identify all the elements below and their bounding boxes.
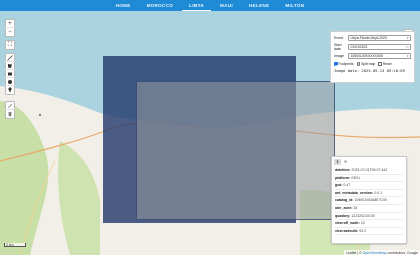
image-label: Image [334,53,344,58]
chevron-down-icon: ▾ [406,53,409,58]
nav-morocco[interactable]: MOROCCO [140,0,181,11]
image-row: Image 10500100XXXXXX00 ▾ [334,52,411,59]
metadata-key: quadkey: [335,213,351,218]
delete-layers-icon[interactable] [5,110,15,118]
metadata-key: datetime: [335,168,351,172]
metadata-row: quadkey: 122320210100 [335,213,403,221]
metadata-key: catalog_id: [335,198,354,203]
footprints-toggle[interactable]: Footprints [334,62,354,66]
footprints-checkbox[interactable] [334,62,338,66]
event-label: Event [334,35,344,40]
metadata-row: gsd: 0.47 [335,182,403,190]
metadata-tabs: ℹ ✕ [332,157,406,166]
metadata-value: 0.0.1 [374,190,383,195]
nav-helene[interactable]: HELENE [242,0,276,11]
start-date-input[interactable]: 01/01/2021 ▭ [348,43,411,50]
draw-rectangle-icon[interactable] [5,70,15,78]
metadata-key: view:off_nadir: [335,221,360,226]
metadata-row: catalog_id: 105001003A8E7C00 [335,197,403,205]
metadata-value: GE01 [351,175,361,180]
nav-milton[interactable]: MILTON [278,0,311,11]
event-value: Libya-Floods-Sept-2023 [350,35,387,40]
edit-toolbar [5,101,15,119]
draw-polyline-icon[interactable] [5,54,15,62]
metadata-row: datetime: 2023-07-01T09:07:44Z [335,167,403,175]
zoom-out-button[interactable]: − [5,28,15,36]
reset-checkbox[interactable] [378,62,382,66]
event-row: Event Libya-Floods-Sept-2023 ▾ [334,34,411,41]
zoom-controls: + − [5,19,15,37]
calendar-icon[interactable]: ▭ [406,45,409,49]
footprint-inner [136,81,335,220]
nav-maui[interactable]: MAUI [213,0,240,11]
nav-home[interactable]: HOME [109,0,138,11]
options-row: Footprints Split map Reset [334,62,411,67]
edit-layers-icon[interactable] [5,102,15,110]
start-date-value: 01/01/2021 [350,44,368,49]
metadata-row: view:azimuth: 93.2 [335,228,403,236]
reset-label: Reset [382,62,392,67]
reset-toggle[interactable]: Reset [378,62,392,67]
metadata-key: utm_zone: [335,205,353,210]
image-date: Image date: 2023-09-13 09:18:09 [334,68,405,74]
metadata-value: 122320210100 [351,213,375,218]
scale-label: 2 km [4,243,26,247]
metadata-value: 2023-07-01T09:07:44Z [351,168,388,172]
zoom-in-button[interactable]: + [5,20,15,28]
attribution-prefix: Leaflet | © [346,250,363,255]
controls-panel: Event Libya-Floods-Sept-2023 ▾ Start dat… [330,31,415,83]
event-select[interactable]: Libya-Floods-Sept-2023 ▾ [348,34,411,41]
image-select[interactable]: 10500100XXXXXX00 ▾ [348,52,411,59]
metadata-key: gsd: [335,183,343,188]
metadata-value: 0.47 [343,183,351,188]
metadata-row: utm_zone: 34 [335,205,403,213]
metadata-value: 22 [360,221,365,226]
start-date-row: Start date 01/01/2021 ▭ [334,42,411,51]
metadata-row: view:off_nadir: 22 [335,220,403,228]
draw-circle-icon[interactable] [5,78,15,86]
metadata-key: platform: [335,175,351,180]
nav-libya[interactable]: LIBYA [182,0,212,11]
draw-polygon-icon[interactable] [5,62,15,70]
fullscreen-control: ⛶ [5,40,15,50]
start-date-label: Start date [334,42,342,51]
chevron-down-icon: ▾ [406,35,409,40]
scale-bar: 2 km [4,243,26,247]
metadata-value: 105001003A8E7C00 [354,198,387,203]
metadata-value: 34 [353,205,358,210]
top-nav: HOME MOROCCO LIBYA MAUI HELENE MILTON [0,0,420,11]
metadata-row: ard_metadata_version: 0.0.1 [335,190,403,198]
split-map-radio[interactable] [356,62,361,66]
draw-toolbar [5,53,15,95]
info-icon[interactable]: ℹ [334,158,341,165]
attribution-suffix: contributors, Google [386,250,418,255]
metadata-key: view:azimuth: [335,228,359,233]
split-map-label: Split map [361,62,376,67]
metadata-list: datetime: 2023-07-01T09:07:44Z platform:… [332,166,406,236]
draw-marker-icon[interactable] [5,86,15,94]
metadata-row: platform: GE01 [335,175,403,183]
split-map-toggle[interactable]: Split map [356,62,376,67]
metadata-popup: ℹ ✕ datetime: 2023-07-01T09:07:44Z platf… [331,156,407,244]
metadata-key: ard_metadata_version: [335,190,374,195]
osm-link[interactable]: OpenStreetMap [363,251,387,255]
map-attribution: Leaflet | © OpenStreetMap contributors, … [344,250,420,255]
close-icon[interactable]: ✕ [342,159,349,165]
image-value: 10500100XXXXXX00 [350,53,383,58]
fullscreen-button[interactable]: ⛶ [5,41,15,49]
footprints-label: Footprints [338,62,354,67]
metadata-value: 93.2 [359,228,366,233]
